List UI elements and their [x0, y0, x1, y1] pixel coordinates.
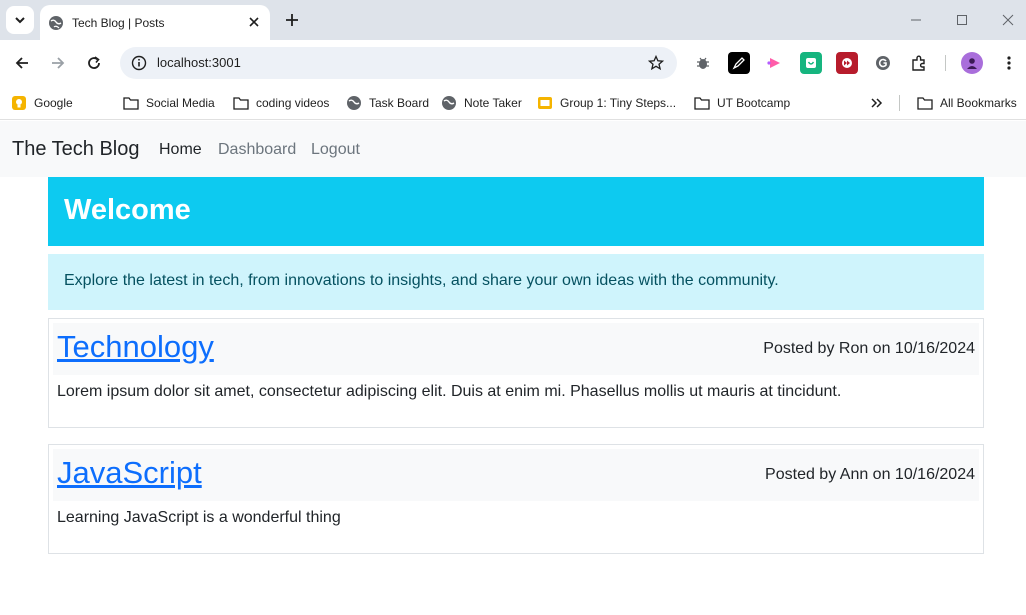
address-bar[interactable]: localhost:3001	[120, 47, 677, 79]
back-button[interactable]	[10, 51, 34, 75]
folder-icon	[917, 95, 933, 111]
welcome-title: Welcome	[64, 194, 191, 226]
grammarly-extension-icon[interactable]	[872, 52, 894, 74]
post-body: Learning JavaScript is a wonderful thing	[57, 509, 341, 526]
double-chevron-right-icon	[869, 95, 885, 111]
globe-icon	[441, 95, 457, 111]
bookmarks-bar: Google Social Media coding videos Task B…	[0, 86, 1026, 120]
post-card-header: JavaScript Posted by Ann on 10/16/2024	[53, 449, 979, 501]
bookmark-task-board[interactable]: Task Board	[346, 92, 429, 114]
intro-alert: Explore the latest in tech, from innovat…	[48, 254, 984, 310]
chevron-down-icon	[15, 17, 25, 24]
maximize-icon	[957, 15, 967, 25]
tab-close-button[interactable]	[246, 14, 262, 30]
minimize-icon	[911, 19, 921, 21]
post-meta: Posted by Ann on 10/16/2024	[765, 466, 975, 483]
pen-extension-icon[interactable]	[728, 52, 750, 74]
site-navbar: The Tech Blog Home Dashboard Logout	[0, 121, 1026, 177]
profile-avatar[interactable]	[961, 52, 983, 74]
all-bookmarks-label: All Bookmarks	[940, 96, 1017, 110]
tab-title: Tech Blog | Posts	[72, 15, 165, 30]
site-brand[interactable]: The Tech Blog	[12, 138, 140, 161]
close-window-button[interactable]	[998, 10, 1018, 30]
welcome-banner: Welcome	[48, 177, 984, 246]
bookmark-label: Group 1: Tiny Steps...	[560, 96, 677, 110]
post-body: Lorem ipsum dolor sit amet, consectetur …	[57, 383, 842, 400]
globe-icon	[346, 95, 362, 111]
globe-icon	[49, 15, 63, 30]
slides-icon	[537, 95, 553, 111]
bug-extension-icon[interactable]	[692, 52, 714, 74]
reload-button[interactable]	[82, 51, 106, 75]
nav-home-link[interactable]: Home	[159, 141, 202, 159]
post-meta: Posted by Ron on 10/16/2024	[763, 340, 975, 357]
bookmark-social-media[interactable]: Social Media	[123, 92, 215, 114]
arrow-right-icon	[52, 57, 65, 69]
bookmark-label: Task Board	[369, 96, 430, 110]
close-icon	[249, 17, 259, 27]
tab-search-button[interactable]	[6, 6, 34, 34]
bookmark-coding-videos[interactable]: coding videos	[233, 92, 329, 114]
bookmark-star-icon[interactable]	[647, 54, 665, 72]
site-info-icon[interactable]	[130, 54, 148, 72]
post-card-header: Technology Posted by Ron on 10/16/2024	[53, 323, 979, 375]
bookmark-label: Social Media	[146, 96, 215, 110]
maximize-button[interactable]	[952, 10, 972, 30]
toolbar-divider	[945, 55, 946, 71]
extensions-puzzle-icon[interactable]	[908, 52, 930, 74]
post-title-link[interactable]: Technology	[57, 329, 214, 365]
bookmark-label: UT Bootcamp	[717, 96, 791, 110]
browser-tab-bar: Tech Blog | Posts	[0, 0, 1026, 40]
new-tab-button[interactable]	[281, 9, 303, 31]
post-card: JavaScript Posted by Ann on 10/16/2024 L…	[48, 444, 984, 554]
minimize-button[interactable]	[906, 10, 926, 30]
bookmark-label: Note Taker	[464, 96, 522, 110]
bookmark-label: coding videos	[256, 96, 330, 110]
post-card: Technology Posted by Ron on 10/16/2024 L…	[48, 318, 984, 428]
address-text[interactable]: localhost:3001	[157, 55, 241, 70]
forward-button[interactable]	[46, 51, 70, 75]
reload-icon	[88, 56, 100, 69]
browser-menu-button[interactable]	[998, 52, 1020, 74]
arrow-left-icon	[15, 57, 28, 69]
folder-icon	[123, 95, 139, 111]
bookmarks-divider	[899, 95, 900, 111]
bookmarks-overflow-button[interactable]	[869, 92, 892, 114]
folder-icon	[233, 95, 249, 111]
google-keep-icon	[11, 95, 27, 111]
green-extension-icon[interactable]	[800, 52, 822, 74]
all-bookmarks-button[interactable]: All Bookmarks	[917, 92, 1017, 114]
bookmark-group-1[interactable]: Group 1: Tiny Steps...	[537, 92, 676, 114]
bookmark-note-taker[interactable]: Note Taker	[441, 92, 522, 114]
post-title-link[interactable]: JavaScript	[57, 455, 202, 491]
close-icon	[1002, 14, 1014, 26]
red-extension-icon[interactable]	[836, 52, 858, 74]
plus-icon	[286, 14, 298, 26]
bookmark-google[interactable]: Google	[11, 92, 73, 114]
bookmark-label: Google	[34, 96, 73, 110]
folder-icon	[694, 95, 710, 111]
play-extension-icon[interactable]	[764, 52, 786, 74]
nav-dashboard-link[interactable]: Dashboard	[218, 141, 296, 159]
intro-text: Explore the latest in tech, from innovat…	[64, 272, 779, 289]
bookmark-ut-bootcamp[interactable]: UT Bootcamp	[694, 92, 790, 114]
more-vert-icon	[1007, 56, 1011, 70]
browser-toolbar: localhost:3001	[0, 40, 1026, 86]
browser-tab-active[interactable]: Tech Blog | Posts	[40, 5, 270, 40]
nav-logout-link[interactable]: Logout	[311, 141, 360, 159]
